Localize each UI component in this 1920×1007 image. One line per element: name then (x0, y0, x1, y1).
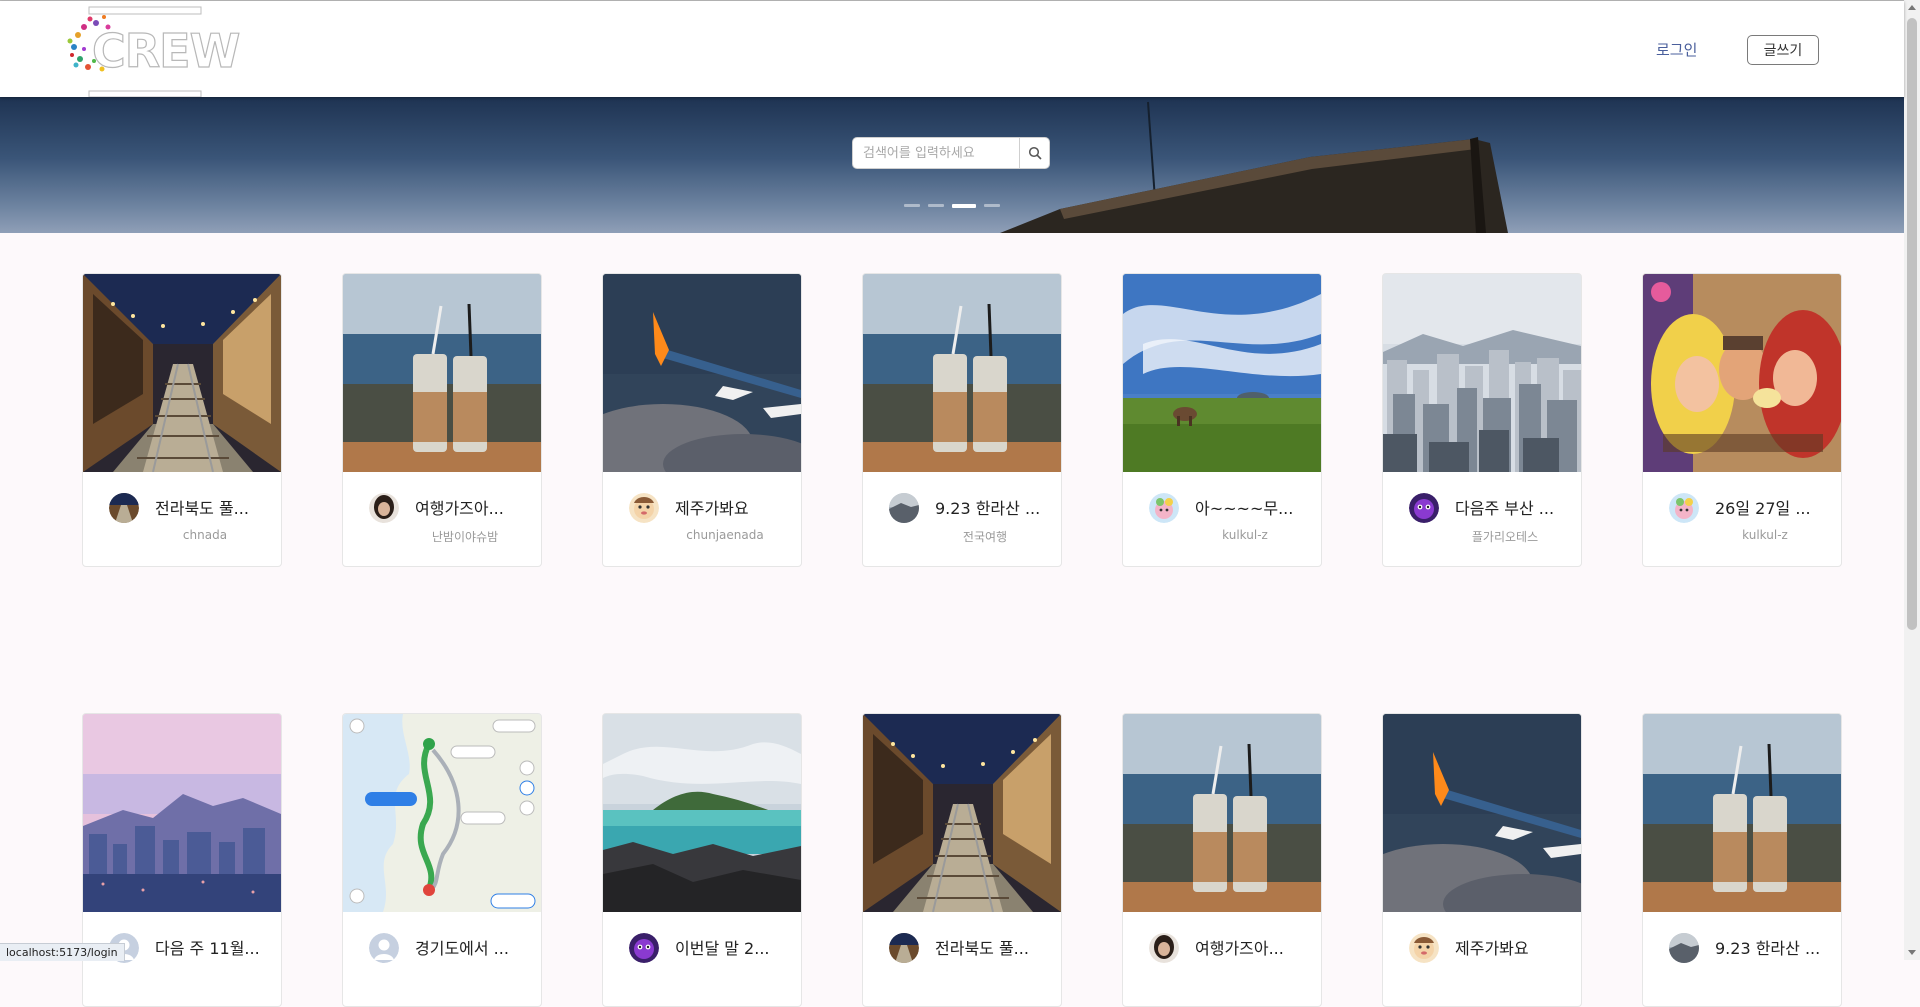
author-avatar (1669, 493, 1699, 523)
post-thumbnail-coffee-cups[interactable] (1643, 714, 1841, 912)
post-card[interactable]: 9.23 한라산 ... (1642, 713, 1842, 1007)
post-author: chnada (182, 528, 228, 542)
search-input[interactable] (853, 138, 1011, 168)
post-title: 경기도에서 ... (415, 939, 509, 958)
post-thumbnail-coffee-cups[interactable] (343, 274, 541, 472)
post-title: 제주가봐요 (1455, 939, 1529, 958)
post-card[interactable]: 이번달 말 2... (602, 713, 802, 1007)
post-title: 다음주 부산 ... (1455, 499, 1555, 518)
author-avatar (889, 933, 919, 963)
post-author: kulkul-z (1742, 528, 1788, 542)
post-thumbnail-coffee-cups[interactable] (1123, 714, 1321, 912)
author-avatar (1149, 933, 1179, 963)
post-card[interactable]: 여행가즈아... 난밤이야슈밤 (342, 273, 542, 567)
post-thumbnail-railway-alley[interactable] (83, 274, 281, 472)
carousel-dot-1[interactable] (904, 204, 920, 207)
carousel-dot-3[interactable] (952, 203, 976, 208)
author-avatar (369, 493, 399, 523)
post-title: 9.23 한라산 ... (935, 499, 1041, 518)
post-card[interactable]: 다음주 부산 ... 플가리오테스 (1382, 273, 1582, 567)
post-card[interactable]: 제주가봐요 chunjaenada (602, 273, 802, 567)
post-card[interactable]: 전라북도 풀... chnada (82, 273, 282, 567)
search-icon (1028, 146, 1042, 160)
post-card[interactable]: 경기도에서 ... (342, 713, 542, 1007)
author-avatar (1669, 933, 1699, 963)
post-author: kulkul-z (1222, 528, 1268, 542)
page-scrollbar[interactable] (1904, 0, 1920, 960)
carousel-dot-2[interactable] (928, 204, 944, 207)
author-avatar (1149, 493, 1179, 523)
author-avatar (109, 493, 139, 523)
post-title: 전라북도 풀... (155, 499, 249, 518)
post-title: 제주가봐요 (675, 499, 749, 518)
author-avatar (1409, 493, 1439, 523)
post-author: 난밤이야슈밤 (431, 530, 499, 544)
post-thumbnail-costume-people[interactable] (1643, 274, 1841, 472)
scroll-down-arrow-icon[interactable] (1908, 950, 1916, 955)
search-box (852, 137, 1050, 169)
author-avatar (1409, 933, 1439, 963)
post-thumbnail-airplane-wing[interactable] (1383, 714, 1581, 912)
post-title: 다음 주 11월... (155, 939, 260, 958)
author-avatar (629, 493, 659, 523)
scroll-up-arrow-icon[interactable] (1908, 5, 1916, 10)
search-button[interactable] (1019, 138, 1050, 168)
post-author: chunjaenada (686, 528, 764, 542)
post-title: 9.23 한라산 ... (1715, 939, 1821, 958)
author-avatar (369, 933, 399, 963)
post-author: 전국여행 (962, 530, 1008, 544)
write-button[interactable]: 글쓰기 (1747, 35, 1819, 65)
carousel-dot-4[interactable] (984, 204, 1000, 207)
author-avatar (889, 493, 919, 523)
post-title: 여행가즈아... (1195, 939, 1284, 958)
post-thumbnail-railway-alley[interactable] (863, 714, 1061, 912)
post-thumbnail-city-skyline[interactable] (1383, 274, 1581, 472)
post-title: 26일 27일 ... (1715, 499, 1811, 518)
post-thumbnail-jeju-island[interactable] (603, 714, 801, 912)
svg-text:CREW: CREW (92, 24, 240, 78)
author-avatar (629, 933, 659, 963)
post-card[interactable]: 전라북도 풀... (862, 713, 1062, 1007)
post-thumbnail-pink-skyline[interactable] (83, 714, 281, 912)
post-thumbnail-route-map[interactable] (343, 714, 541, 912)
site-header: CREW 로그인 글쓰기 (0, 1, 1904, 97)
post-title: 여행가즈아... (415, 499, 504, 518)
post-card[interactable]: 26일 27일 ... kulkul-z (1642, 273, 1842, 567)
post-thumbnail-green-meadow[interactable] (1123, 274, 1321, 472)
browser-status-url: localhost:5173/login (0, 943, 125, 961)
post-title: 이번달 말 2... (675, 939, 770, 958)
post-card[interactable]: 다음 주 11월... (82, 713, 282, 1007)
login-link[interactable]: 로그인 (1656, 39, 1697, 60)
post-author: 플가리오테스 (1471, 530, 1539, 544)
post-card[interactable]: 여행가즈아... (1122, 713, 1322, 1007)
post-thumbnail-airplane-wing[interactable] (603, 274, 801, 472)
crew-logo[interactable]: CREW (64, 5, 240, 97)
post-title: 아~~~~무... (1195, 499, 1294, 518)
post-card[interactable]: 제주가봐요 (1382, 713, 1582, 1007)
hero-banner (0, 97, 1904, 233)
scrollbar-thumb[interactable] (1907, 18, 1917, 630)
post-title: 전라북도 풀... (935, 939, 1029, 958)
post-thumbnail-coffee-cups[interactable] (863, 274, 1061, 472)
post-card[interactable]: 아~~~~무... kulkul-z (1122, 273, 1322, 567)
post-card[interactable]: 9.23 한라산 ... 전국여행 (862, 273, 1062, 567)
